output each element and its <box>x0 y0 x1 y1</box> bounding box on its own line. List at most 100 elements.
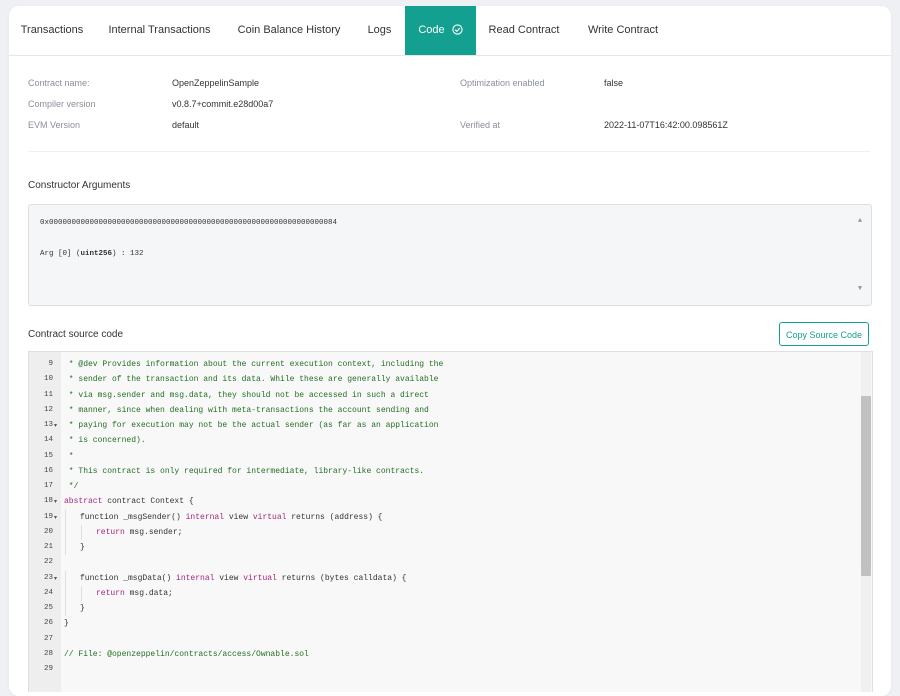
tab-transactions[interactable]: Transactions <box>9 6 95 55</box>
indent-guide <box>65 524 66 540</box>
code-token: msg.data; <box>124 588 173 598</box>
indent-guide <box>81 524 82 540</box>
line-number: 29 <box>43 665 53 673</box>
arg-suffix: ) : 132 <box>112 250 144 258</box>
code-line: 9 * @dev Provides information about the … <box>29 357 859 372</box>
code-keyword: abstract <box>64 497 103 507</box>
code-token: contract Context { <box>102 497 194 507</box>
code-text: * is concerned). <box>64 433 146 448</box>
constructor-arguments-box[interactable]: 0x00000000000000000000000000000000000000… <box>28 204 872 306</box>
code-line: 26} <box>29 616 859 631</box>
line-number: 19 <box>43 512 53 521</box>
code-comment: * paying for execution may not be the ac… <box>64 421 439 430</box>
code-text: // File: @openzeppelin/contracts/access/… <box>64 647 309 662</box>
tab-code[interactable]: Code <box>405 6 476 55</box>
line-number: 18 <box>43 497 53 506</box>
line-number: 12 <box>43 405 53 414</box>
fold-arrow-icon[interactable]: ▾ <box>54 571 57 586</box>
code-line: 25} <box>29 601 859 616</box>
evm-version-label: EVM Version <box>28 120 81 130</box>
indent-guide <box>65 585 66 601</box>
code-token: } <box>64 619 69 629</box>
code-text: function _msgData() internal view virtua… <box>80 571 406 586</box>
code-keyword: return <box>96 588 125 598</box>
code-token: msg.sender; <box>124 527 183 537</box>
code-token: function _msgSender() <box>80 512 186 522</box>
arg-prefix: Arg [0] ( <box>40 250 81 258</box>
line-number: 14 <box>43 436 53 445</box>
indent-guide <box>65 540 66 555</box>
code-line: 23 ▾ function _msgData() internal view vir… <box>29 570 859 586</box>
tab-label: Logs <box>367 24 392 36</box>
code-token: returns (address) { <box>286 512 383 522</box>
code-text: abstract contract Context { <box>64 494 194 509</box>
code-line: 15 * <box>29 449 859 464</box>
optimization-label: Optimization enabled <box>460 78 545 88</box>
source-code-editor[interactable]: 9 * @dev Provides information about the … <box>28 351 873 692</box>
evm-version-value: default <box>172 120 200 130</box>
constructor-arg: Arg [0] (uint256) : 132 <box>40 250 144 258</box>
code-comment: * sender of the transaction and its data… <box>64 375 439 385</box>
contract-name-value: OpenZeppelinSample <box>172 78 260 88</box>
code-line: 21} <box>29 540 859 555</box>
code-token: } <box>80 604 85 613</box>
code-line: 11 * via msg.sender and msg.data, they s… <box>29 388 859 403</box>
code-line: 16 * This contract is only required for … <box>29 464 859 479</box>
code-text: * @dev Provides information about the cu… <box>64 357 443 372</box>
code-text: * paying for execution may not be the ac… <box>64 418 439 433</box>
code-text: } <box>80 540 85 555</box>
line-number: 9 <box>48 360 53 368</box>
line-number: 27 <box>43 634 53 643</box>
line-number: 20 <box>43 527 53 536</box>
code-text: } <box>64 616 69 631</box>
tab-label: Read Contract <box>488 24 560 36</box>
code-line: 24 return msg.data; <box>29 585 859 601</box>
tab-internal-transactions[interactable]: Internal Transactions <box>95 6 224 55</box>
code-keyword: virtual <box>243 573 277 583</box>
scroll-down-icon[interactable]: ▼ <box>856 285 864 293</box>
line-number: 25 <box>43 604 53 612</box>
check-circle-icon <box>452 23 463 35</box>
code-text: * via msg.sender and msg.data, they shou… <box>64 388 429 403</box>
indent-guide <box>65 570 66 586</box>
code-comment: * <box>64 451 74 461</box>
line-number: 15 <box>43 451 53 460</box>
fold-arrow-icon[interactable]: ▾ <box>54 510 57 525</box>
arg-type: uint256 <box>80 250 113 258</box>
line-number: 13 <box>43 421 53 429</box>
indent-guide <box>65 509 66 525</box>
code-comment: * @dev Provides information about the cu… <box>64 360 444 369</box>
tab-write-contract[interactable]: Write Contract <box>572 6 674 55</box>
code-text: * sender of the transaction and its data… <box>64 372 439 387</box>
fold-arrow-icon[interactable]: ▾ <box>54 418 57 433</box>
code-comment: * is concerned). <box>64 436 146 446</box>
tab-label: Write Contract <box>587 24 659 36</box>
constructor-title: Constructor Arguments <box>28 180 131 191</box>
code-keyword: virtual <box>252 512 287 522</box>
line-number: 17 <box>43 482 53 490</box>
code-keyword: internal <box>185 512 225 522</box>
fold-arrow-icon[interactable]: ▾ <box>54 494 57 509</box>
code-text: function _msgSender() internal view virt… <box>80 510 382 525</box>
constructor-hex: 0x00000000000000000000000000000000000000… <box>40 219 338 227</box>
code-comment: // File: @openzeppelin/contracts/access/… <box>64 649 309 659</box>
code-comment: * via msg.sender and msg.data, they shou… <box>64 390 429 400</box>
verified-at-label: Verified at <box>460 120 501 130</box>
verified-at-value: 2022-11-07T16:42:00.098561Z <box>604 120 728 130</box>
line-number: 28 <box>43 649 53 658</box>
tab-coin-balance-history[interactable]: Coin Balance History <box>224 6 354 55</box>
code-token: view <box>224 512 253 522</box>
tab-bar: Transactions Internal Transactions Coin … <box>9 6 891 56</box>
tab-read-contract[interactable]: Read Contract <box>476 6 572 55</box>
contract-name-label: Contract name: <box>28 78 90 88</box>
editor-scrollbar-thumb[interactable] <box>861 396 871 576</box>
code-line: 28 // File: @openzeppelin/contracts/acces… <box>29 647 859 662</box>
tab-logs[interactable]: Logs <box>354 6 405 55</box>
line-number: 10 <box>43 375 53 384</box>
scroll-up-icon[interactable]: ▲ <box>856 217 864 225</box>
code-text: */ <box>64 479 79 494</box>
code-line: 10 * sender of the transaction and its d… <box>29 372 859 387</box>
copy-source-code-button[interactable]: Copy Source Code <box>779 322 869 346</box>
compiler-version-label: Compiler version <box>28 99 96 109</box>
line-number: 11 <box>43 390 53 399</box>
